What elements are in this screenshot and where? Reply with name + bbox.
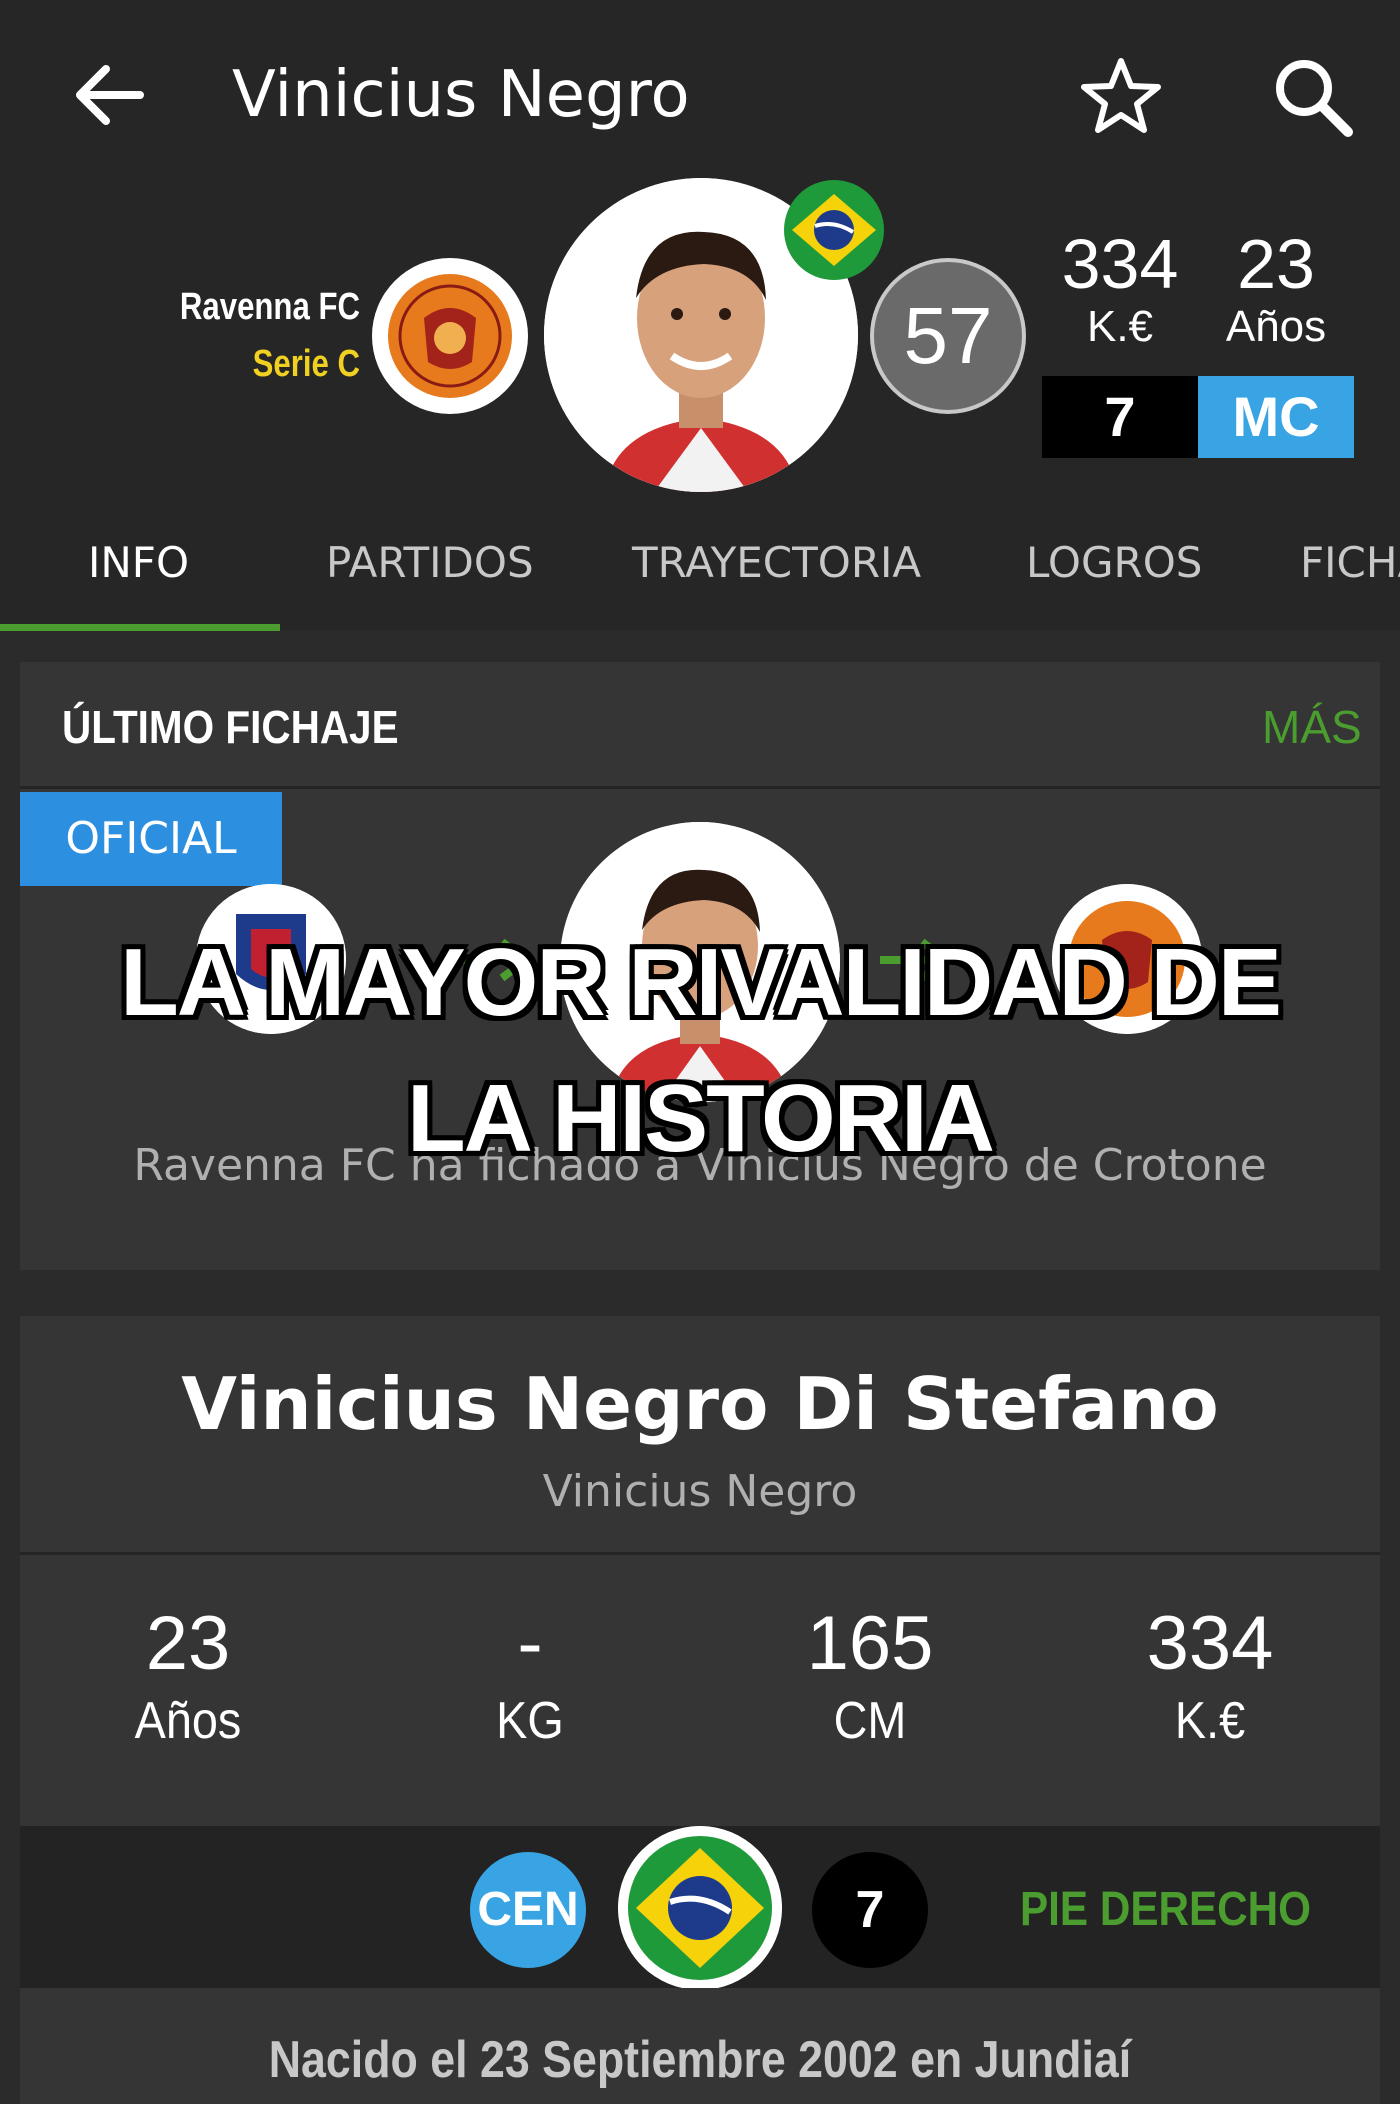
player-age: 23 [1237,225,1315,303]
stat-height: 165 CM [700,1600,1040,1751]
market-value-unit: K.€ [1086,302,1154,351]
preferred-foot: PIE DERECHO [1020,1883,1312,1936]
brazil-flag-icon [618,1826,782,1990]
stat-label: Años [134,1692,242,1750]
stat-label: K.€ [1174,1692,1246,1750]
star-outline-icon[interactable] [1080,55,1162,137]
shirt-number-badge: 7 [1042,376,1198,458]
club-logo[interactable] [372,258,528,414]
stat-value: 165 [806,1601,934,1686]
player-rating-badge: 57 [870,258,1026,414]
birth-info: Nacido el 23 Septiembre 2002 en Jundiaí [268,2031,1132,2089]
tab-info[interactable]: INFO [88,538,189,587]
stat-label: CM [833,1692,907,1750]
tab-logros[interactable]: LOGROS [1026,538,1202,587]
page-title: Vinicius Negro [232,58,690,132]
arrow-left-icon[interactable] [70,55,150,135]
player-short-name: Vinicius Negro [542,1466,858,1517]
role-badge: CEN [470,1852,586,1968]
club-name[interactable]: Ravenna FC [171,286,360,329]
player-full-name: Vinicius Negro Di Stefano [181,1362,1219,1446]
nationality-flag-icon [784,180,884,280]
stat-value: - [517,1601,543,1686]
tab-ficha[interactable]: FICHA [1300,538,1400,587]
stat-label: KG [496,1692,564,1750]
active-tab-indicator [0,624,280,631]
stat-value: 23 [145,1601,231,1686]
overlay-caption-line-2: LA HISTORIA [406,1065,995,1172]
card-divider [20,1552,1380,1555]
stat-value: 334 [1146,1601,1274,1686]
search-icon[interactable] [1268,52,1356,140]
stat-weight: - KG [360,1600,700,1751]
card-divider [20,786,1380,789]
overlay-caption-line-1: LA MAYOR RIVALIDAD DE [120,929,1282,1036]
more-link[interactable]: MÁS [1262,700,1362,754]
player-age-unit: Años [1225,302,1327,351]
stat-age: 23 Años [18,1600,358,1751]
official-badge: OFICIAL [20,792,282,886]
position-badge: MC [1198,376,1354,458]
transfer-card-title: ÚLTIMO FICHAJE [62,701,399,753]
league-name[interactable]: Serie C [171,343,360,386]
tab-partidos[interactable]: PARTIDOS [326,538,534,587]
stat-value-keur: 334 K.€ [1040,1600,1380,1751]
tab-trayectoria[interactable]: TRAYECTORIA [632,538,921,587]
shirt-number-circle: 7 [812,1852,928,1968]
market-value: 334 [1061,225,1179,303]
